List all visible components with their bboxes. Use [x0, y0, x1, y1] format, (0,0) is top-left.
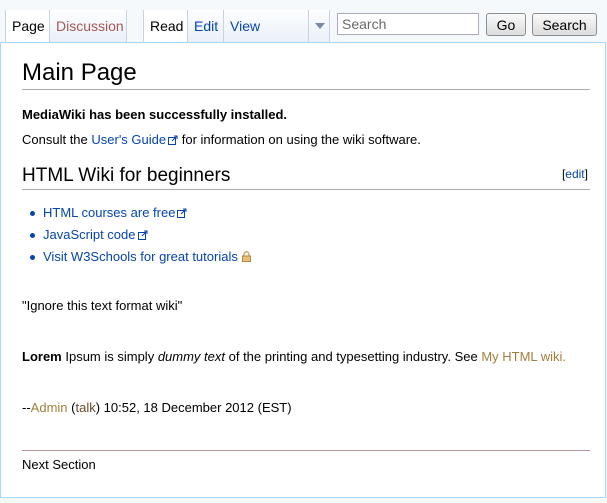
tab-edit-label[interactable]: Edit — [194, 18, 218, 34]
javascript-code-link[interactable]: JavaScript code — [43, 227, 136, 242]
section-divider — [22, 189, 590, 190]
tab-page[interactable]: Page — [5, 10, 50, 43]
quote-text: "Ignore this text format wiki" — [22, 298, 183, 313]
lorem-bold: Lorem — [22, 349, 62, 364]
tab-edit[interactable]: Edit — [187, 10, 224, 42]
tab-read[interactable]: Read — [143, 10, 188, 43]
search-button[interactable]: Search — [532, 13, 597, 36]
lorem-text-2: of the printing and typesetting industry… — [225, 349, 482, 364]
lorem-italic: dummy text — [157, 349, 225, 364]
tab-page-label[interactable]: Page — [12, 18, 45, 34]
html-courses-link[interactable]: HTML courses are free — [43, 205, 175, 220]
consult-paragraph: Consult the User's Guide for information… — [22, 132, 421, 148]
signature: --Admin (talk) 10:52, 18 December 2012 (… — [22, 400, 292, 415]
content-panel: Main Page MediaWiki has been successfull… — [0, 42, 606, 498]
bullet-icon — [30, 233, 35, 238]
next-section-text: Next Section — [22, 457, 96, 472]
tab-view-history[interactable]: View history — [223, 10, 309, 66]
section-heading: HTML Wiki for beginners — [22, 165, 231, 186]
list-item: Visit W3Schools for great tutorials — [25, 246, 251, 268]
page-title: Main Page — [22, 59, 137, 86]
more-actions-menu[interactable] — [308, 10, 330, 42]
my-html-wiki-link[interactable]: My HTML wiki. — [481, 349, 566, 364]
admin-talk-link[interactable]: talk — [75, 400, 95, 415]
w3schools-link[interactable]: Visit W3Schools for great tutorials — [43, 249, 238, 264]
external-link-icon — [177, 208, 187, 218]
users-guide-link[interactable]: User's Guide — [91, 132, 166, 147]
consult-text-start: Consult the — [22, 132, 92, 147]
installed-message: MediaWiki has been successfully installe… — [22, 107, 288, 122]
signature-dash: -- — [22, 400, 31, 415]
section-edit: [edit] — [561, 167, 588, 181]
bullet-icon — [30, 211, 35, 216]
section-edit-link[interactable]: edit — [565, 167, 584, 181]
go-button[interactable]: Go — [486, 13, 526, 36]
lorem-paragraph: Lorem Ipsum is simply dummy text of the … — [22, 349, 566, 365]
lock-icon — [241, 251, 251, 262]
tab-discussion-label[interactable]: Discussion — [56, 18, 124, 34]
tab-read-label[interactable]: Read — [150, 18, 183, 34]
signature-timestamp: 10:52, 18 December 2012 (EST) — [100, 400, 292, 415]
consult-text-end: for information on using the wiki softwa… — [178, 132, 421, 147]
next-section-divider — [22, 450, 590, 451]
title-divider — [22, 89, 590, 90]
admin-user-link[interactable]: Admin — [31, 400, 68, 415]
tab-discussion[interactable]: Discussion — [49, 10, 127, 42]
search-input[interactable] — [337, 13, 479, 35]
chevron-down-icon[interactable] — [315, 23, 325, 29]
tab-bar: Page Discussion Read Edit View history G… — [0, 0, 607, 66]
list-item: HTML courses are free — [25, 202, 251, 224]
bullet-icon — [30, 255, 35, 260]
link-list: HTML courses are free JavaScript code Vi… — [25, 202, 251, 268]
external-link-icon — [137, 230, 147, 240]
lorem-text-1: Ipsum is simply — [61, 349, 158, 364]
external-link-icon — [168, 135, 178, 145]
list-item: JavaScript code — [25, 224, 251, 246]
